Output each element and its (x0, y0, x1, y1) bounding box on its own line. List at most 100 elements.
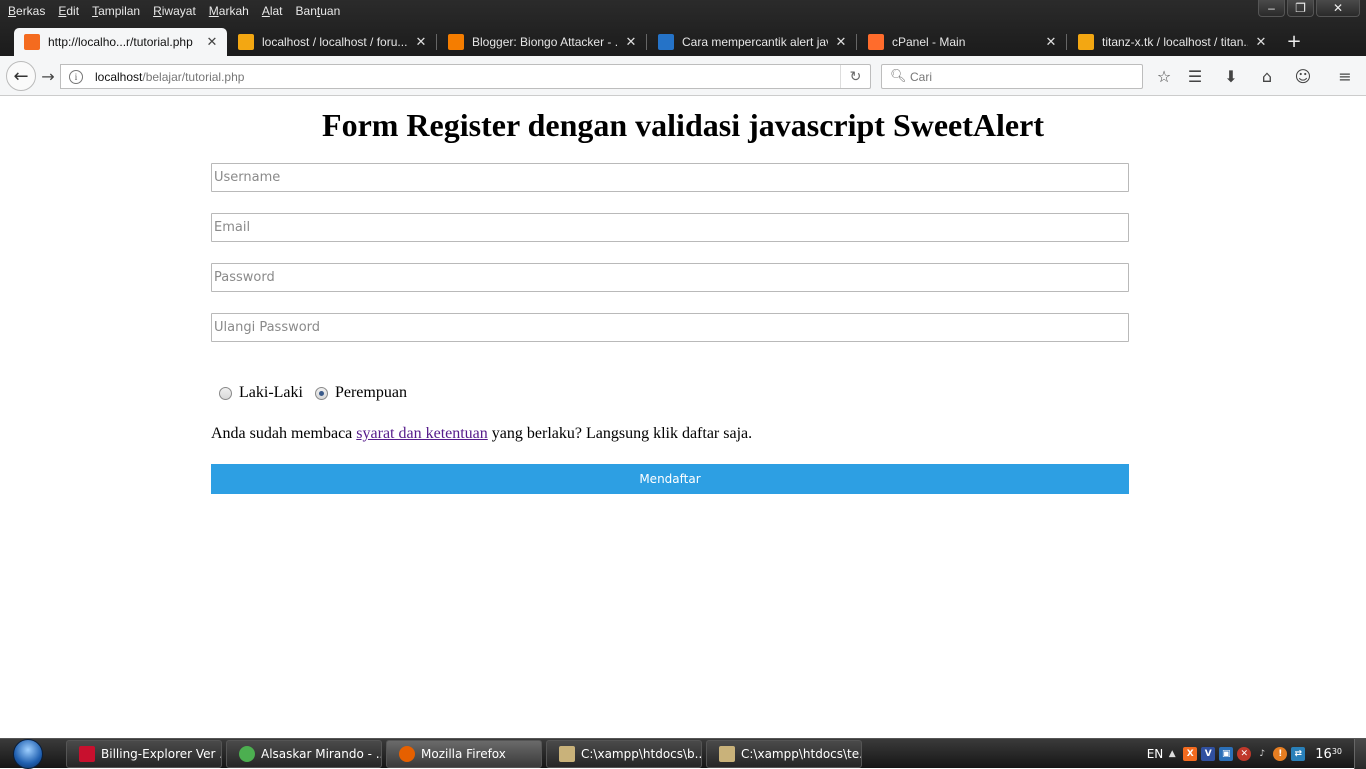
tab-strip: http://localho...r/tutorial.php ✕ localhos… (0, 28, 1366, 56)
taskbar-button-label: C:\xampp\htdocs\te... (741, 747, 862, 761)
female-label[interactable]: Perempuan (335, 384, 407, 402)
browser-tab[interactable]: Blogger: Biongo Attacker - ... ✕ (438, 28, 646, 56)
navigation-toolbar: ← → i localhost/belajar/tutorial.php ↻ 🔍… (0, 56, 1366, 96)
show-hidden-icons-icon[interactable]: ▲ (1165, 747, 1179, 761)
billing-icon (79, 746, 95, 762)
clipboard-icon: ☰ (1187, 66, 1203, 86)
downloads-button[interactable]: ⬇ (1219, 64, 1243, 88)
warning-icon[interactable]: ! (1273, 747, 1288, 761)
page-content: Form Register dengan validasi javascript… (0, 97, 1366, 738)
register-button[interactable]: Mendaftar (211, 464, 1129, 494)
hello-button[interactable]: ☺ (1291, 64, 1315, 88)
terms-link[interactable]: syarat dan ketentuan (356, 425, 488, 442)
home-button[interactable]: ⌂ (1255, 64, 1279, 88)
clock-minute: 30 (1331, 746, 1342, 756)
close-tab-icon[interactable]: ✕ (624, 34, 638, 50)
editor-icon (559, 746, 575, 762)
bookmark-star-button[interactable]: ☆ (1152, 64, 1176, 88)
browser-tab[interactable]: localhost / localhost / foru... ✕ (228, 28, 436, 56)
taskbar-button[interactable]: Alsaskar Mirando - ... (226, 740, 382, 768)
editor-icon (719, 746, 735, 762)
open-menu-button[interactable]: ≡ (1333, 64, 1357, 88)
tab-title: localhost / localhost / foru... (262, 35, 408, 49)
close-tab-icon[interactable]: ✕ (205, 34, 219, 50)
url-text[interactable]: localhost/belajar/tutorial.php (95, 70, 244, 84)
male-radio[interactable] (219, 386, 232, 400)
menu-item-bantuan[interactable]: Bantuan (291, 4, 346, 18)
blogger-icon (448, 34, 464, 50)
close-tab-icon[interactable]: ✕ (1044, 34, 1058, 50)
close-tab-icon[interactable]: ✕ (1254, 34, 1268, 50)
password-field[interactable] (211, 263, 1129, 292)
close-window-button[interactable]: ✕ (1316, 0, 1360, 17)
taskbar-button[interactable]: Mozilla Firefox (386, 740, 542, 768)
language-indicator[interactable]: EN (1147, 747, 1164, 761)
tab-title: Blogger: Biongo Attacker - ... (472, 35, 618, 49)
close-tab-icon[interactable]: ✕ (414, 34, 428, 50)
url-path: /belajar/tutorial.php (142, 69, 245, 84)
browser-tab[interactable]: titanz-x.tk / localhost / titan... ✕ (1068, 28, 1276, 56)
tab-title: titanz-x.tk / localhost / titan... (1102, 35, 1248, 49)
clock-hour: 16 (1315, 746, 1332, 762)
search-bar[interactable]: 🔍︎ (881, 64, 1143, 89)
minimize-button[interactable]: – (1258, 0, 1285, 17)
menu-item-markah[interactable]: Markah (204, 4, 254, 18)
chat-icon: ☺ (1294, 66, 1312, 86)
tab-title: http://localho...r/tutorial.php (48, 35, 193, 49)
close-tab-icon[interactable]: ✕ (834, 34, 848, 50)
tab-separator (436, 34, 437, 50)
menu-item-tampilan[interactable]: Tampilan (87, 4, 145, 18)
start-button[interactable] (8, 739, 48, 769)
forward-button[interactable]: → (36, 64, 60, 88)
menu-item-riwayat[interactable]: Riwayat (148, 4, 201, 18)
search-icon: 🔍︎ (890, 69, 907, 84)
download-icon: ⬇ (1224, 66, 1238, 86)
browser-tab[interactable]: http://localho...r/tutorial.php ✕ (14, 28, 227, 56)
new-tab-button[interactable]: + (1284, 32, 1304, 52)
phpmyadmin-icon (1078, 34, 1094, 50)
star-icon: ☆ (1156, 66, 1172, 86)
system-tray: EN ▲ X V ▣ ✕ ♪ ! ⇄ 1630 (1147, 739, 1366, 769)
app-tray-icon[interactable]: V (1201, 747, 1216, 761)
terms-before: Anda sudah membaca (211, 425, 357, 442)
page-title: Form Register dengan validasi javascript… (322, 107, 1044, 143)
taskbar-button[interactable]: C:\xampp\htdocs\te... (706, 740, 862, 768)
taskbar-button[interactable]: C:\xampp\htdocs\b... (546, 740, 702, 768)
female-radio[interactable] (314, 386, 328, 400)
reload-button[interactable]: ↻ (840, 65, 870, 88)
browser-tab[interactable]: cPanel - Main ✕ (858, 28, 1066, 56)
back-button[interactable]: ← (6, 61, 36, 91)
username-field[interactable] (211, 163, 1129, 192)
connection-icon[interactable]: ⇄ (1291, 747, 1306, 761)
tab-separator (646, 34, 647, 50)
gender-radio-group: Laki-Laki Perempuan (219, 384, 419, 402)
email-field[interactable] (211, 213, 1129, 242)
window-controls: – ❐ ✕ (1258, 0, 1360, 17)
menu-item-edit[interactable]: Edit (53, 4, 84, 18)
taskbar-button[interactable]: Billing-Explorer Ver ... (66, 740, 222, 768)
taskbar: Billing-Explorer Ver ... Alsaskar Mirando… (0, 738, 1366, 769)
taskbar-button-label: C:\xampp\htdocs\b... (581, 747, 702, 761)
site-info-icon[interactable]: i (69, 69, 83, 84)
male-label[interactable]: Laki-Laki (239, 384, 303, 402)
taskbar-button-label: Billing-Explorer Ver ... (101, 747, 222, 761)
restore-button[interactable]: ❐ (1287, 0, 1314, 17)
bookmarks-menu-button[interactable]: ☰ (1183, 64, 1207, 88)
volume-icon[interactable]: ♪ (1255, 747, 1269, 761)
clock[interactable]: 1630 (1315, 747, 1342, 762)
address-bar[interactable]: i localhost/belajar/tutorial.php ↻ (60, 64, 871, 89)
windows-logo-icon (13, 739, 43, 769)
menu-item-berkas[interactable]: Berkas (3, 4, 50, 18)
taskbar-button-label: Mozilla Firefox (421, 747, 506, 761)
tab-separator (1066, 34, 1067, 50)
forward-arrow-icon: → (41, 66, 55, 86)
browser-tab[interactable]: Cara mempercantik alert jav... ✕ (648, 28, 856, 56)
network-icon[interactable]: ▣ (1219, 747, 1234, 761)
xampp-tray-icon[interactable]: X (1183, 747, 1198, 761)
repeat-password-field[interactable] (211, 313, 1129, 342)
reload-icon: ↻ (849, 68, 862, 85)
menu-item-alat[interactable]: Alat (257, 4, 288, 18)
show-desktop-button[interactable] (1354, 739, 1366, 769)
security-alert-icon[interactable]: ✕ (1237, 747, 1252, 761)
search-input[interactable] (910, 69, 1130, 84)
